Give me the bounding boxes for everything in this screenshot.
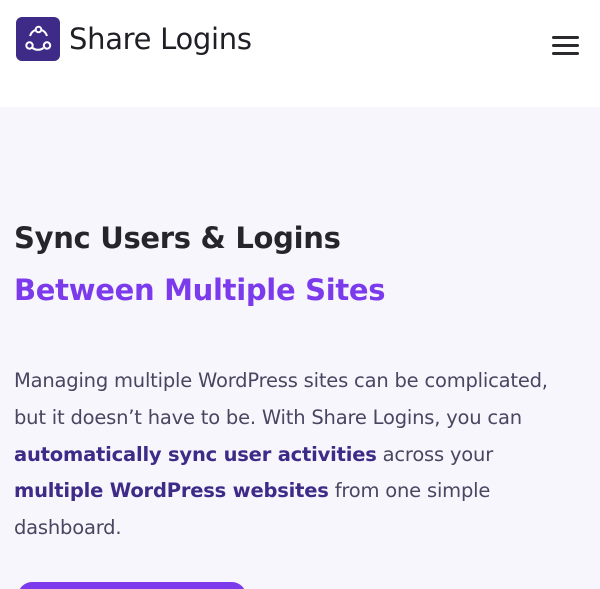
menu-line: [552, 52, 579, 55]
description-highlight: multiple WordPress websites: [14, 479, 329, 503]
description-text: Managing multiple WordPress sites can be…: [14, 369, 548, 429]
hamburger-menu-icon[interactable]: [552, 36, 580, 56]
hero-section: Sync Users & Logins Between Multiple Sit…: [0, 107, 600, 589]
brand-name: Share Logins: [69, 22, 252, 56]
description-text: across your: [376, 442, 494, 466]
hero-title: Sync Users & Logins: [14, 221, 341, 255]
site-header: Share Logins: [0, 0, 600, 107]
menu-line: [552, 44, 579, 47]
share-nodes-icon: [16, 17, 60, 61]
hero-subtitle: Between Multiple Sites: [14, 273, 386, 307]
description-highlight: automatically sync user activities: [14, 442, 377, 466]
menu-line: [552, 36, 579, 39]
hero-description: Managing multiple WordPress sites can be…: [14, 363, 574, 547]
brand-logo[interactable]: Share Logins: [16, 17, 252, 61]
cta-button[interactable]: [18, 582, 246, 589]
